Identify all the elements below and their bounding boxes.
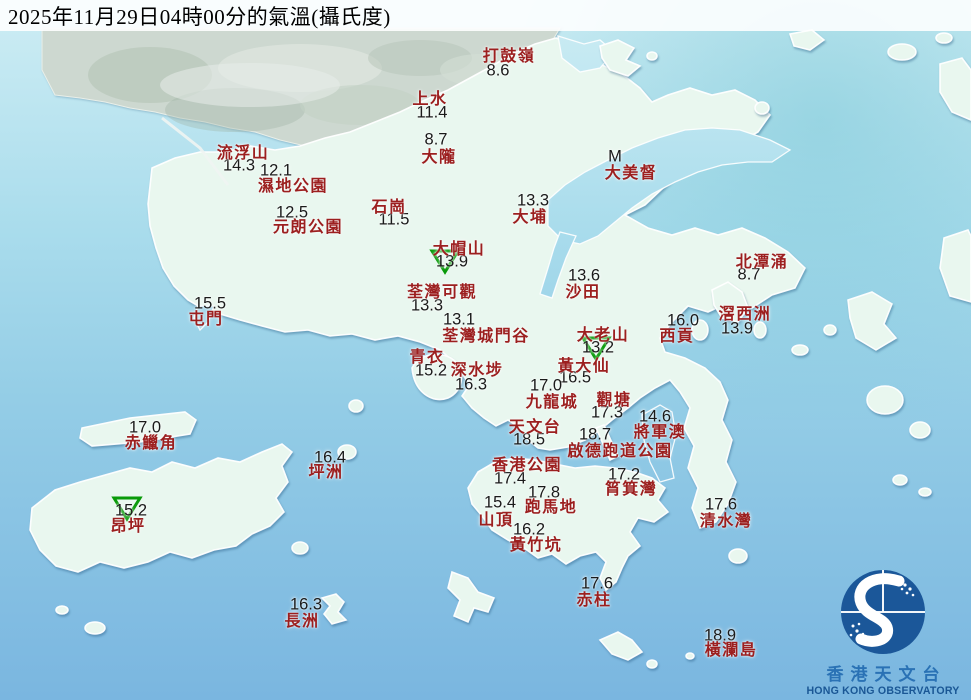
temperature-map-screen: 8.6 打鼓嶺 11.4 上水 8.7 大隴 M 大美督 14.3 流浮山 12.1 濕地公園 12.5… — [0, 0, 971, 700]
hko-logo-en-text: HONG KONG OBSERVATORY — [806, 684, 960, 697]
hko-logo: 香港天文台 HONG KONG OBSERVATORY — [803, 565, 963, 698]
peng-chau-island — [337, 444, 357, 460]
hko-logo-icon — [841, 570, 925, 655]
map-title: 2025年11月29日04時00分的氣溫(攝氏度) — [8, 4, 391, 29]
waglan-island — [685, 652, 695, 660]
hko-logo-cn-text: 香港天文台 — [826, 665, 947, 685]
title-band: 2025年11月29日04時00分的氣溫(攝氏度) — [0, 0, 971, 31]
